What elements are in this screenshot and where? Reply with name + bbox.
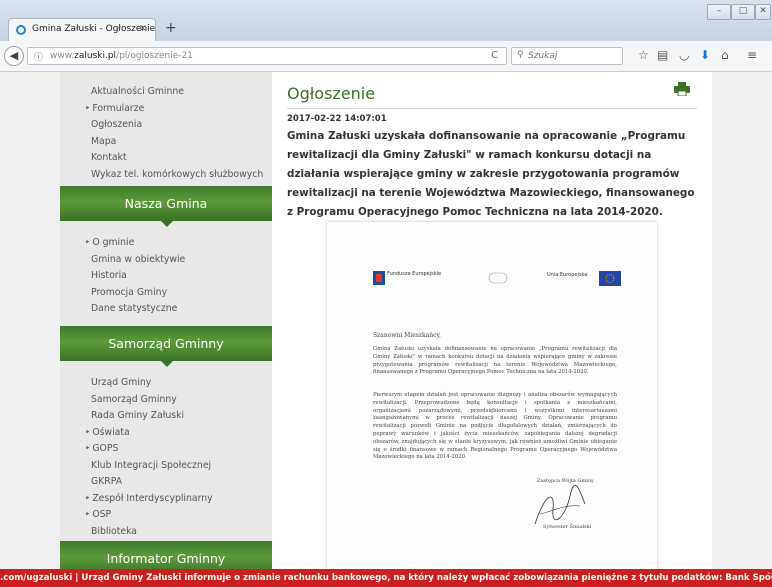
browser-tab[interactable]: Gmina Załuski - Ogłoszenie ×: [8, 18, 156, 42]
new-tab-button[interactable]: +: [165, 20, 177, 36]
menu-item-rada-gminy[interactable]: Rada Gminy Załuski: [60, 408, 213, 425]
search-input[interactable]: [528, 49, 618, 63]
menu-item-osp[interactable]: OSP: [60, 507, 213, 524]
menu-item-historia[interactable]: Historia: [60, 268, 185, 285]
bookmark-star-icon[interactable]: ☆: [638, 48, 649, 62]
maximize-button[interactable]: □: [731, 4, 755, 20]
main-content: Ogłoszenie 2017-02-22 14:07:01 Gmina Zał…: [272, 72, 712, 587]
top-menu: Aktualności Gminne Formularze Ogłoszenia…: [60, 84, 263, 183]
tab-close-icon[interactable]: ×: [139, 23, 147, 34]
menu-item-mapa[interactable]: Mapa: [60, 134, 263, 151]
browser-title-bar: Gmina Załuski - Ogłoszenie × + – □ ✕: [0, 0, 772, 42]
bookmarks-list-icon[interactable]: ▤: [657, 48, 668, 62]
menu-item-urzad-gminy[interactable]: Urząd Gminy: [60, 375, 213, 392]
menu-item-biblioteka[interactable]: Biblioteka: [60, 524, 213, 541]
search-icon: ⚲: [517, 50, 524, 60]
minimize-button[interactable]: –: [707, 4, 731, 20]
download-icon[interactable]: ⬇: [700, 48, 710, 62]
menu-item-wykaz-tel[interactable]: Wykaz tel. komórkowych służbowych: [60, 167, 263, 184]
post-date: 2017-02-22 14:07:01: [287, 114, 387, 124]
menu-item-kontakt[interactable]: Kontakt: [60, 150, 263, 167]
sidebar: Aktualności Gminne Formularze Ogłoszenia…: [60, 72, 272, 587]
menu-item-gmina-w-obiektywie[interactable]: Gmina w obiektywie: [60, 252, 185, 269]
page-title: Ogłoszenie: [287, 84, 376, 103]
signature-name: Sylwester Śmiałski: [543, 524, 592, 530]
menu-item-promocja[interactable]: Promocja Gminy: [60, 285, 185, 302]
document-paragraph-2: Pierwszym etapem działań jest opracowani…: [373, 392, 617, 461]
menu-item-oswiata[interactable]: Oświata: [60, 425, 213, 442]
announcement-lead: Gmina Załuski uzyskała dofinansowanie na…: [287, 130, 695, 218]
page-content: Aktualności Gminne Formularze Ogłoszenia…: [0, 72, 772, 587]
menu-item-formularze[interactable]: Formularze: [60, 101, 263, 118]
nasza-gmina-menu: O gminie Gmina w obiektywie Historia Pro…: [60, 235, 185, 318]
menu-icon[interactable]: ≡: [747, 48, 757, 62]
pocket-icon[interactable]: ◡: [679, 48, 689, 62]
menu-item-zespol-interdyscyplinarny[interactable]: Zespół Interdyscyplinarny: [60, 491, 212, 508]
address-bar[interactable]: ⓘ www.zaluski.pl/pl/ogloszenie-21 C: [27, 47, 507, 65]
menu-item-dane-statystyczne[interactable]: Dane statystyczne: [60, 301, 185, 318]
back-button[interactable]: ◀: [4, 46, 24, 66]
handwritten-signature: [534, 484, 586, 525]
news-ticker[interactable]: .com/ugzaluski | Urząd Gminy Załuski inf…: [0, 569, 772, 587]
title-divider: [287, 108, 697, 109]
favicon-icon: [16, 25, 26, 35]
menu-item-samorzad-gminny[interactable]: Samorząd Gminny: [60, 392, 213, 409]
page-scrollbar[interactable]: [758, 72, 772, 587]
navigation-toolbar: ◀ ⓘ www.zaluski.pl/pl/ogloszenie-21 C ⚲ …: [0, 41, 772, 72]
menu-item-gops[interactable]: GOPS: [60, 441, 213, 458]
reload-icon[interactable]: C: [491, 50, 498, 61]
menu-item-klub-integracji[interactable]: Klub Integracji Społecznej: [60, 458, 213, 475]
tab-title: Gmina Załuski - Ogłoszenie: [32, 24, 156, 34]
logo-ue-label: Unia Europejska: [547, 272, 588, 278]
search-bar[interactable]: ⚲: [511, 47, 623, 65]
info-icon[interactable]: ⓘ: [34, 50, 43, 63]
section-heading-nasza-gmina: Nasza Gmina: [60, 186, 272, 227]
document-paragraph-1: Gmina Załuski uzyskała dofinansowanie na…: [373, 346, 617, 376]
url-text: www.zaluski.pl/pl/ogloszenie-21: [50, 51, 193, 61]
menu-item-aktualnosci[interactable]: Aktualności Gminne: [60, 84, 263, 101]
document-greeting: Szanowni Mieszkańcy,: [373, 332, 441, 339]
print-icon[interactable]: [674, 82, 690, 96]
menu-item-o-gminie[interactable]: O gminie: [60, 235, 185, 252]
menu-item-gkrpa[interactable]: GKRPA: [60, 474, 213, 491]
samorzad-menu: Urząd Gminy Samorząd Gminny Rada Gminy Z…: [60, 375, 213, 540]
announcement-document-image[interactable]: Fundusze Europejskie Unia Europejska Sza…: [327, 222, 657, 580]
logo-fundusze-label: Fundusze Europejskie: [387, 271, 442, 277]
section-heading-samorzad: Samorząd Gminny: [60, 326, 272, 367]
menu-item-ogloszenia[interactable]: Ogłoszenia: [60, 117, 263, 134]
close-window-button[interactable]: ✕: [755, 4, 771, 20]
home-icon[interactable]: ⌂: [721, 48, 729, 62]
